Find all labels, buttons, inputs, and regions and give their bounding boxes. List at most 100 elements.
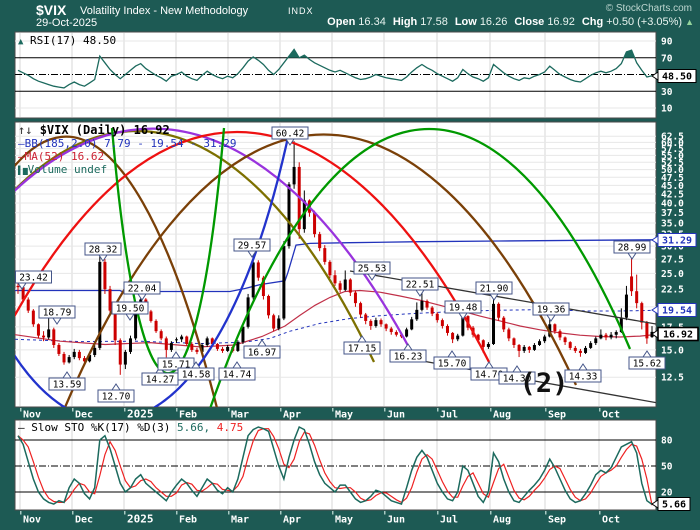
month-tick (124, 408, 126, 412)
month-label: Mar (231, 410, 249, 421)
month-tick (280, 511, 282, 515)
month-tick (437, 511, 439, 515)
candle (292, 166, 296, 185)
candle (103, 261, 107, 290)
axis-label: 25.0 (661, 269, 684, 280)
candle (72, 351, 76, 358)
candle (624, 294, 628, 318)
price-label-text: 14.27 (146, 375, 175, 386)
candle (221, 348, 225, 351)
candle (267, 295, 271, 316)
candle (359, 303, 363, 315)
candle (594, 338, 598, 344)
price-label-text: 16.97 (248, 348, 277, 359)
chart-canvas: 23.42 18.79 28.32 22.04 19.50 13.59 12.70 14.27… (14, 31, 699, 526)
price-label-text: 29.57 (238, 241, 267, 252)
month-label: Apr (283, 410, 301, 421)
month-label: Aug (493, 515, 511, 526)
month-tick (545, 511, 547, 515)
candle (180, 336, 184, 340)
price-label-text: 12.70 (102, 392, 131, 403)
month-label: Feb (179, 515, 197, 526)
month-label: Sep (548, 410, 566, 421)
candle (415, 309, 419, 320)
candle (328, 261, 332, 276)
candle (589, 343, 593, 348)
price-label-text: 14.74 (223, 370, 252, 381)
candle (67, 357, 71, 363)
candle (226, 346, 230, 351)
price-label-text: 16.23 (394, 352, 423, 363)
candle (31, 310, 35, 325)
axis-label: 27.5 (661, 255, 684, 266)
month-label: Jul (440, 410, 458, 421)
price-label-text: 28.32 (89, 245, 118, 256)
candle (333, 275, 337, 284)
candle (47, 329, 51, 338)
candle (568, 342, 572, 348)
month-label: Aug (493, 410, 511, 421)
candle (584, 347, 588, 353)
candle (195, 349, 199, 352)
current-value-text: 31.29 (662, 236, 692, 247)
month-tick (20, 511, 22, 515)
candle (538, 341, 542, 345)
price-label-text: 14.33 (569, 372, 598, 383)
price-label-text: 23.42 (19, 273, 48, 284)
candle (16, 285, 20, 288)
axis-label: 90 (661, 37, 673, 48)
price-label-text: 17.15 (348, 344, 377, 355)
month-tick (332, 511, 334, 515)
month-tick (437, 408, 439, 412)
candle (374, 320, 378, 326)
month-label: Feb (179, 410, 197, 421)
month-label: Oct (602, 515, 620, 526)
month-tick (332, 408, 334, 412)
candle (185, 336, 189, 345)
candle (318, 234, 322, 249)
candle (553, 324, 557, 332)
month-label: Apr (283, 515, 301, 526)
price-label-text: 19.48 (449, 303, 478, 314)
candle (277, 318, 281, 329)
candle (353, 292, 357, 304)
candle (497, 303, 501, 318)
candle (410, 319, 414, 330)
month-tick (490, 408, 492, 412)
candle (389, 328, 393, 333)
candle (175, 339, 179, 341)
candle (486, 344, 490, 347)
candle (348, 279, 352, 293)
axis-label: 12.5 (661, 373, 684, 384)
wave-count-annotation: (2) (520, 368, 569, 399)
candle (420, 300, 424, 310)
axis-label: 50 (661, 462, 673, 473)
candle (599, 334, 603, 339)
price-label-text: 15.62 (633, 359, 662, 370)
candle (62, 353, 66, 363)
candle (93, 347, 97, 355)
price-label-text: 25.53 (358, 264, 387, 275)
candle (236, 342, 240, 351)
candle (435, 313, 439, 321)
candle (573, 347, 577, 351)
candle (507, 329, 511, 339)
candle (563, 337, 567, 343)
candle (558, 331, 562, 338)
candle (445, 325, 449, 333)
candle (123, 351, 127, 365)
candle (451, 332, 455, 340)
candle (543, 336, 547, 342)
month-tick (20, 408, 22, 412)
price-label-text: 21.90 (480, 284, 509, 295)
candle (517, 344, 521, 351)
month-tick (176, 511, 178, 515)
candle (338, 283, 342, 290)
candle (440, 320, 444, 326)
candle (640, 303, 644, 323)
candle (405, 329, 409, 337)
candle (343, 279, 347, 290)
candle (134, 312, 138, 339)
price-label-text: 22.51 (406, 280, 435, 291)
current-value-text: 19.54 (662, 306, 692, 317)
